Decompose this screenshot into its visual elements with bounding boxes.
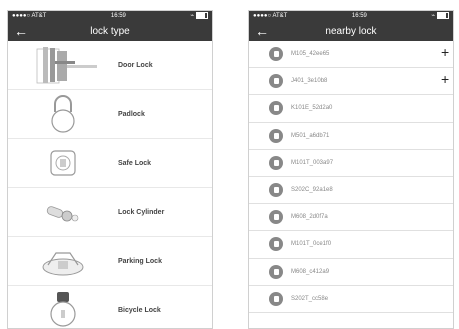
lock-type-label: Padlock [118, 110, 145, 118]
device-row[interactable]: J401_3e10b8 + [249, 68, 453, 96]
device-row[interactable]: K101E_52d2a0 [249, 95, 453, 123]
device-row[interactable]: M608_2d0f7a [249, 204, 453, 232]
parking-lock-icon [8, 237, 118, 285]
device-row[interactable]: S202C_92a1e8 [249, 177, 453, 205]
lock-device-icon [269, 47, 283, 62]
lock-device-icon [269, 210, 283, 225]
status-bar: ●●●●○ AT&T 16:59 ⌁ [8, 11, 212, 21]
device-name: M608_2d0f7a [291, 214, 328, 221]
lock-type-label: Parking Lock [118, 257, 162, 265]
lock-type-item-padlock[interactable]: Padlock [8, 90, 212, 139]
lock-type-screen: ●●●●○ AT&T 16:59 ⌁ ← lock type Door Lock [7, 10, 213, 329]
lock-type-item-parking-lock[interactable]: Parking Lock [8, 237, 212, 286]
device-name: M608_c412a9 [291, 268, 330, 275]
clock: 16:59 [351, 13, 367, 19]
device-name: S202T_cc58e [291, 295, 329, 302]
device-name: S202C_92a1e8 [291, 187, 333, 194]
status-bar: ●●●●○ AT&T 16:59 ⌁ [249, 11, 453, 21]
device-name: M101T_0ce1f0 [291, 241, 332, 248]
nav-bar: ← lock type [8, 21, 212, 41]
device-name: K101E_52d2a0 [291, 105, 333, 112]
device-name: J401_3e10b8 [291, 78, 328, 85]
battery-icon: ⌁ [190, 12, 208, 20]
add-device-plus-icon[interactable]: + [441, 72, 449, 86]
lock-type-label: Bicycle Lock [118, 306, 161, 314]
lock-type-item-bicycle-lock[interactable]: Bicycle Lock [8, 286, 212, 328]
battery-icon: ⌁ [431, 12, 449, 20]
safe-lock-icon [8, 139, 118, 187]
device-list: M105_42ee65 + J401_3e10b8 + K101E_52d2a0 M501… [249, 41, 453, 313]
lock-device-icon [269, 155, 283, 170]
door-lock-icon [8, 41, 118, 89]
lock-type-item-lock-cylinder[interactable]: Lock Cylinder [8, 188, 212, 237]
device-name: M101T_003a97 [291, 159, 334, 166]
carrier-label: ●●●●○ AT&T [253, 13, 288, 19]
lock-type-label: Safe Lock [118, 159, 152, 167]
lock-type-label: Door Lock [118, 61, 153, 69]
lock-type-label: Lock Cylinder [118, 208, 165, 216]
page-title: lock type [90, 25, 130, 37]
device-row[interactable]: M101T_0ce1f0 [249, 231, 453, 259]
lock-device-icon [269, 183, 283, 198]
nearby-lock-screen: ●●●●○ AT&T 16:59 ⌁ ← nearby lock M105_42… [248, 10, 454, 329]
lock-device-icon [269, 237, 283, 252]
device-row[interactable]: S202T_cc58e [249, 286, 453, 313]
lock-device-icon [269, 128, 283, 143]
device-row[interactable]: M501_a6db71 [249, 123, 453, 150]
lock-cylinder-icon [8, 188, 118, 236]
device-name: M501_a6db71 [291, 132, 330, 139]
device-name: M105_42ee65 [291, 51, 330, 58]
back-arrow-icon[interactable]: ← [255, 23, 269, 39]
device-row[interactable]: M105_42ee65 + [249, 41, 453, 69]
page-title: nearby lock [325, 25, 377, 37]
nav-bar: ← nearby lock [249, 21, 453, 41]
padlock-icon [8, 90, 118, 138]
device-row[interactable]: M608_c412a9 [249, 259, 453, 286]
bicycle-lock-icon [8, 286, 118, 328]
lock-device-icon [269, 264, 283, 279]
device-row[interactable]: M101T_003a97 [249, 150, 453, 177]
lock-device-icon [269, 101, 283, 116]
lock-type-item-safe-lock[interactable]: Safe Lock [8, 139, 212, 188]
lock-type-item-door-lock[interactable]: Door Lock [8, 41, 212, 90]
clock: 16:59 [110, 13, 126, 19]
lock-device-icon [269, 74, 283, 89]
add-device-plus-icon[interactable]: + [441, 45, 449, 59]
lock-device-icon [269, 291, 283, 306]
carrier-label: ●●●●○ AT&T [12, 13, 47, 19]
back-arrow-icon[interactable]: ← [14, 23, 28, 39]
